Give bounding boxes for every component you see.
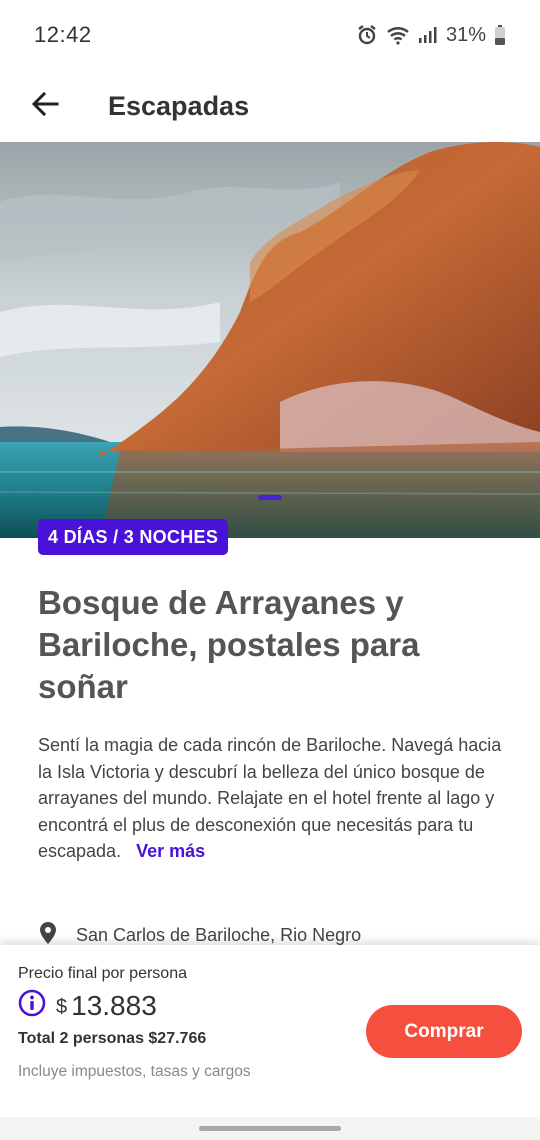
trip-details: Bosque de Arrayanes y Bariloche, postale… bbox=[38, 582, 508, 865]
trip-title: Bosque de Arrayanes y Bariloche, postale… bbox=[38, 584, 420, 705]
arrow-left-icon bbox=[31, 91, 59, 122]
carousel-indicator[interactable] bbox=[258, 495, 282, 500]
duration-badge: 4 DÍAS / 3 NOCHES bbox=[38, 519, 229, 555]
battery-percent: 31% bbox=[445, 23, 486, 46]
price-row: $ 13.883 bbox=[18, 989, 157, 1022]
back-button[interactable] bbox=[0, 70, 90, 142]
battery-icon bbox=[494, 24, 506, 46]
status-icons: 31% bbox=[356, 24, 506, 47]
trip-description: Sentí la magia de cada rincón de Bariloc… bbox=[38, 732, 508, 865]
hero-carousel[interactable] bbox=[0, 142, 540, 538]
system-nav-bar bbox=[0, 1117, 540, 1140]
hero-image bbox=[0, 142, 540, 538]
price-currency: $ bbox=[56, 996, 68, 1018]
signal-icon bbox=[418, 26, 438, 44]
see-more-link[interactable]: Ver más bbox=[136, 841, 205, 861]
description-text: Sentí la magia de cada rincón de Bariloc… bbox=[38, 735, 502, 861]
price-panel: Precio final por persona $ 13.883 Total … bbox=[0, 945, 540, 1117]
total-price: Total 2 personas $27.766 bbox=[18, 1030, 207, 1047]
location-text: San Carlos de Bariloche, Rio Negro bbox=[76, 925, 362, 945]
app-bar: Escapadas bbox=[0, 70, 540, 142]
alarm-icon bbox=[356, 24, 378, 46]
price-label: Precio final por persona bbox=[18, 965, 187, 982]
wifi-icon bbox=[386, 25, 410, 45]
page-title: Escapadas bbox=[108, 90, 250, 121]
home-handle[interactable] bbox=[199, 1126, 341, 1131]
buy-button[interactable]: Comprar bbox=[366, 1005, 522, 1058]
status-time: 12:42 bbox=[34, 22, 92, 47]
price-value: 13.883 bbox=[71, 989, 157, 1021]
status-bar: 12:42 31% bbox=[0, 0, 540, 70]
info-icon[interactable] bbox=[18, 989, 46, 1022]
includes-note: Incluye impuestos, tasas y cargos bbox=[18, 1063, 251, 1080]
